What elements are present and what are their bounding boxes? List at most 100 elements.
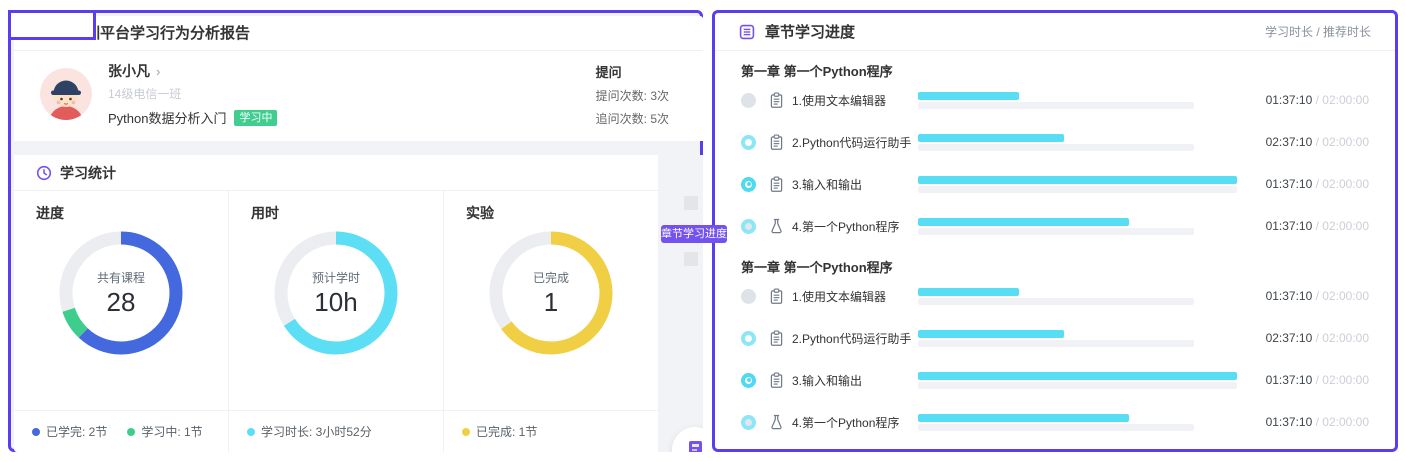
duration-legend-label: 学习时长 / 推荐时长: [1265, 23, 1371, 40]
stat-column-3: 实验已完成1 已完成: 1节: [443, 191, 658, 452]
recommended-track-bar: [918, 186, 1237, 193]
recommended-time: / 02:00:00: [1312, 135, 1369, 149]
lesson-row[interactable]: 2.Python代码运行助手 02:37:10 / 02:00:00: [741, 317, 1369, 359]
lesson-status-ring-gray[interactable]: [741, 219, 756, 234]
lesson-status-done-gray[interactable]: [741, 93, 756, 108]
stat-column-1: 进度共有课程28已学完: 2节学习中: 1节: [14, 191, 228, 452]
side-square-top: [684, 196, 698, 210]
chevron-right-icon: ›: [156, 64, 160, 79]
study-time: 02:37:10: [1266, 135, 1313, 149]
donut-chart: 已完成1: [489, 231, 613, 355]
clipboard-icon: [768, 288, 785, 305]
lesson-label: 3.输入和输出: [792, 176, 918, 193]
recommended-time: / 02:00:00: [1312, 331, 1369, 345]
chapter-section-title: 第一章 第一个Python程序: [741, 51, 1369, 79]
recommended-track-bar: [918, 340, 1194, 347]
side-strip: [658, 155, 703, 452]
legend-label: 已学完: 2节: [46, 423, 107, 440]
lesson-progress-bars: [918, 372, 1243, 389]
lesson-progress-bars: [918, 330, 1243, 347]
stat-legend: 已学完: 2节学习中: 1节: [14, 410, 228, 452]
legend-item: 已完成: 1节: [462, 423, 537, 440]
questions-title: 提问: [596, 62, 669, 81]
lesson-row[interactable]: 4.第一个Python程序 01:37:10 / 02:00:00: [741, 401, 1369, 443]
lesson-label: 2.Python代码运行助手: [792, 134, 918, 151]
lesson-row[interactable]: 1.使用文本编辑器 01:37:10 / 02:00:00: [741, 79, 1369, 121]
lesson-progress-bars: [918, 218, 1243, 235]
report-title: 实训平台学习行为分析报告: [14, 16, 703, 51]
legend-dot: [32, 428, 40, 436]
stat-legend: 已完成: 1节: [444, 410, 658, 452]
progress-fill-bar: [918, 372, 1237, 380]
legend-label: 学习时长: 3小时52分: [261, 423, 372, 440]
study-time: 02:37:10: [1266, 331, 1313, 345]
donut-chart: 预计学时10h: [274, 231, 398, 355]
lesson-status-ring[interactable]: [741, 135, 756, 150]
recommended-time: / 02:00:00: [1312, 219, 1369, 233]
study-time: 01:37:10: [1266, 373, 1313, 387]
lesson-time: 01:37:10 / 02:00:00: [1243, 415, 1369, 429]
chapter-progress-title: 章节学习进度: [765, 21, 855, 42]
course-row: Python数据分析入门 学习中: [108, 108, 277, 127]
legend-dot: [127, 428, 135, 436]
lesson-time: 01:37:10 / 02:00:00: [1243, 373, 1369, 387]
lesson-row[interactable]: 4.第一个Python程序01:37:10 / 02:00:00: [741, 205, 1369, 247]
user-info: 张小凡› 14级电信一班 Python数据分析入门 学习中: [108, 61, 277, 127]
lesson-time: 01:37:10 / 02:00:00: [1243, 93, 1369, 107]
user-avatar: [40, 68, 92, 120]
legend-dot: [247, 428, 255, 436]
stat-column-title: 用时: [229, 191, 443, 223]
user-name-link[interactable]: 张小凡 ›: [108, 61, 277, 81]
stats-header: 学习统计: [14, 155, 658, 191]
lesson-progress-bars: [918, 176, 1243, 193]
clipboard-icon: [768, 330, 785, 347]
lesson-status-ring-dot[interactable]: [741, 177, 756, 192]
report-panel: 实训平台学习行为分析报告: [8, 10, 703, 452]
lesson-status-ring[interactable]: [741, 331, 756, 346]
stats-header-label: 学习统计: [60, 163, 116, 183]
recommended-track-bar: [918, 424, 1194, 431]
stat-legend: 学习时长: 3小时52分: [229, 410, 443, 452]
progress-fill-bar: [918, 134, 1064, 142]
legend-dot: [462, 428, 470, 436]
lesson-row[interactable]: 3.输入和输出 01:37:10 / 02:00:00: [741, 163, 1369, 205]
lesson-progress-bars: [918, 414, 1243, 431]
report-header-section: 实训平台学习行为分析报告: [14, 16, 703, 141]
chapter-list: 第一章 第一个Python程序 1.使用文本编辑器 01:37:10 / 02:00…: [715, 51, 1395, 443]
lesson-row[interactable]: 2.Python代码运行助手 02:37:10 / 02:00:00: [741, 121, 1369, 163]
stat-column-title: 进度: [14, 191, 228, 223]
user-name: 张小凡: [108, 63, 150, 79]
recommended-track-bar: [918, 144, 1194, 151]
lesson-label: 2.Python代码运行助手: [792, 330, 918, 347]
progress-fill-bar: [918, 92, 1019, 100]
stat-column-title: 实验: [444, 191, 658, 223]
progress-fill-bar: [918, 414, 1129, 422]
lesson-label: 1.使用文本编辑器: [792, 92, 918, 109]
lesson-row[interactable]: 1.使用文本编辑器01:37:10 / 02:00:00: [741, 275, 1369, 317]
document-list-icon: [739, 24, 755, 40]
lesson-label: 4.第一个Python程序: [792, 414, 918, 431]
lesson-time: 01:37:10 / 02:00:00: [1243, 177, 1369, 191]
dashboard-canvas: 实训平台学习行为分析报告: [0, 0, 1405, 461]
clipboard-icon: [768, 92, 785, 109]
recommended-track-bar: [918, 298, 1194, 305]
recommended-time: / 02:00:00: [1312, 289, 1369, 303]
progress-fill-bar: [918, 288, 1019, 296]
lesson-status-ring-gray[interactable]: [741, 415, 756, 430]
chapter-progress-anchor-button[interactable]: 章节学习进度: [661, 225, 727, 243]
stat-column-2: 用时预计学时10h 学习时长: 3小时52分: [228, 191, 443, 452]
followups-count: 追问次数: 5次: [596, 110, 669, 127]
progress-fill-bar: [918, 176, 1237, 184]
recommended-track-bar: [918, 382, 1237, 389]
chapter-section-title: 第一章 第一个Python程序: [741, 247, 1369, 275]
floating-widget-button[interactable]: [672, 427, 703, 452]
study-time: 01:37:10: [1266, 415, 1313, 429]
recommended-time: / 02:00:00: [1312, 177, 1369, 191]
side-square-bottom: [684, 252, 698, 266]
lesson-status-ring-dot[interactable]: [741, 373, 756, 388]
lesson-row[interactable]: 3.输入和输出01:37:10 / 02:00:00: [741, 359, 1369, 401]
study-time: 01:37:10: [1266, 177, 1313, 191]
lesson-status-done-gray[interactable]: [741, 289, 756, 304]
progress-fill-bar: [918, 218, 1129, 226]
lesson-time: 02:37:10 / 02:00:00: [1243, 135, 1369, 149]
